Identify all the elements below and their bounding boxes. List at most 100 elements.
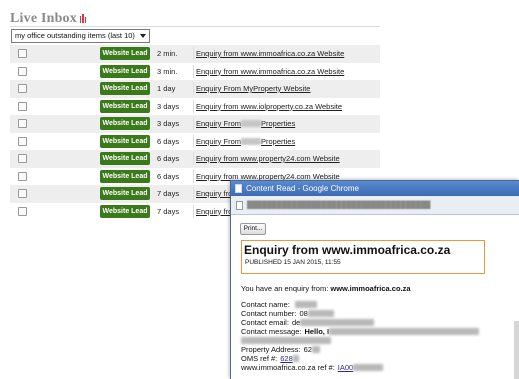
column-divider [193, 117, 194, 130]
document-icon [235, 184, 242, 193]
row-checkbox[interactable] [18, 206, 27, 216]
row-checkbox[interactable] [18, 49, 27, 58]
contact-email-label: Contact email: [241, 318, 289, 327]
inbox-row[interactable]: Website Lead 3 min. Enquiry from www.immoa… [10, 63, 380, 81]
lead-type-badge: Website Lead [100, 82, 150, 95]
row-age: 3 days [157, 119, 180, 128]
inbox-row[interactable]: Website Lead 3 days Enquiry from www.iolpr… [10, 98, 380, 116]
row-age: 7 days [157, 189, 180, 198]
contact-message-cont [241, 336, 516, 345]
inbox-filter-select[interactable]: my office outstanding items (last 10) [11, 29, 150, 43]
window-titlebar[interactable]: Content Read - Google Chrome [231, 181, 519, 196]
row-subject-link[interactable]: Enquiry From Properties [196, 133, 295, 151]
row-subject-link[interactable]: Enquiry from www.immoafrica.co.za Websit… [196, 63, 344, 81]
filter-selected-value: my office outstanding items (last 10) [15, 31, 135, 40]
inbox-row[interactable]: Website Lead 6 days Enquiry from www.prope… [10, 150, 380, 168]
contact-message-label: Contact message: [241, 327, 302, 336]
page-icon [236, 201, 243, 210]
contact-name-label: Contact name: [241, 300, 290, 309]
scrollbar[interactable] [514, 321, 519, 379]
lead-type-badge: Website Lead [100, 117, 150, 130]
redacted-text [241, 137, 262, 145]
oms-ref-label: OMS ref #: [241, 354, 278, 363]
row-age: 3 min. [157, 66, 178, 76]
row-checkbox[interactable] [18, 171, 27, 181]
address-bar-url: █████████████████████████████████████ [247, 202, 431, 209]
enquiry-title: Enquiry from www.immoafrica.co.za [244, 243, 451, 257]
redacted-value [353, 364, 384, 371]
redacted-value [294, 301, 317, 308]
site-ref-row: www.immoafrica.co.za ref #: IA00 [241, 363, 516, 372]
intro-prefix: You have an enquiry from: [241, 284, 329, 293]
property-address-value: 62 [303, 345, 312, 354]
contact-email-value: de [291, 318, 301, 327]
redacted-value [300, 319, 375, 326]
row-checkbox[interactable] [18, 84, 27, 93]
lead-type-badge: Website Lead [100, 169, 150, 183]
property-address-label: Property Address: [241, 345, 301, 354]
contact-message-value: Hello, I [304, 327, 330, 336]
row-age: 1 day [157, 84, 176, 93]
row-checkbox[interactable] [18, 119, 27, 128]
lead-type-badge: Website Lead [100, 134, 150, 148]
row-age: 3 days [157, 101, 180, 111]
oms-ref-link[interactable]: 628 [280, 354, 293, 363]
address-bar[interactable]: █████████████████████████████████████ [231, 196, 519, 215]
content-read-window: Content Read - Google Chrome ███████████… [230, 180, 519, 379]
redacted-text [241, 120, 262, 127]
intro-line: You have an enquiry from: www.immoafrica… [241, 284, 516, 300]
oms-ref-row: OMS ref #: 628 [241, 354, 516, 363]
inbox-title: Live Inbox [10, 11, 77, 26]
column-divider [193, 47, 194, 60]
redacted-value [307, 310, 334, 317]
column-divider [193, 64, 194, 78]
contact-number-label: Contact number: [241, 309, 297, 318]
row-subject-link[interactable]: Enquiry From MyProperty Website [196, 80, 310, 98]
contact-number-row: Contact number: 08 [241, 309, 516, 318]
contact-number-value: 08 [299, 309, 308, 318]
row-subject-link[interactable]: Enquiry From Properties [196, 115, 295, 133]
print-button[interactable]: Print... [240, 223, 266, 235]
bar-chart-icon [80, 14, 86, 23]
column-divider [193, 99, 194, 113]
lead-type-badge: Website Lead [100, 204, 150, 218]
inbox-row[interactable]: Website Lead 6 days Enquiry From Properties [10, 133, 380, 151]
column-divider [193, 152, 194, 165]
published-date: PUBLISHED 15 JAN 2015, 11:55 [245, 259, 341, 266]
row-age: 6 days [157, 136, 180, 146]
row-age: 6 days [157, 171, 180, 181]
row-subject-link[interactable]: Enquiry from www.iolproperty.co.za Websi… [196, 98, 342, 116]
column-divider [193, 82, 194, 95]
row-subject-link[interactable]: Enquiry from www.immoafrica.co.za Websit… [196, 45, 344, 63]
row-checkbox[interactable] [18, 101, 27, 111]
row-checkbox[interactable] [18, 154, 27, 163]
subject-suffix: Properties [261, 119, 296, 128]
subject-prefix: Enquiry From [196, 136, 242, 146]
subject-prefix: Enquiry From [196, 119, 242, 128]
lead-type-badge: Website Lead [100, 187, 150, 200]
row-age: 6 days [157, 154, 180, 163]
inbox-row[interactable]: Website Lead 2 min. Enquiry from www.immoa… [10, 45, 380, 63]
enquiry-header: Enquiry from www.immoafrica.co.za PUBLIS… [241, 240, 485, 274]
column-divider [193, 169, 194, 183]
lead-type-badge: Website Lead [100, 152, 150, 165]
row-checkbox[interactable] [18, 189, 27, 198]
inbox-row[interactable]: Website Lead 3 days Enquiry From Properties [10, 115, 380, 133]
contact-email-row: Contact email: de [241, 318, 516, 327]
screenshot-canvas: Live Inbox my office outstanding items (… [0, 0, 519, 379]
row-checkbox[interactable] [18, 66, 27, 76]
site-ref-label: www.immoafrica.co.za ref #: [241, 363, 335, 372]
site-ref-link[interactable]: IA00 [338, 363, 353, 372]
redacted-value [292, 355, 299, 362]
enquiry-body: You have an enquiry from: www.immoafrica… [241, 284, 516, 372]
title-divider [10, 26, 380, 27]
intro-site: www.immoafrica.co.za [330, 284, 411, 293]
row-checkbox[interactable] [18, 136, 27, 146]
lead-type-badge: Website Lead [100, 47, 150, 60]
row-subject-link[interactable]: Enquiry from www.property24.com Website [196, 150, 340, 168]
redacted-value [311, 346, 320, 353]
column-divider [193, 134, 194, 148]
inbox-row[interactable]: Website Lead 1 day Enquiry From MyProperty… [10, 80, 380, 98]
redacted-value [241, 337, 331, 344]
redacted-value [329, 328, 480, 335]
